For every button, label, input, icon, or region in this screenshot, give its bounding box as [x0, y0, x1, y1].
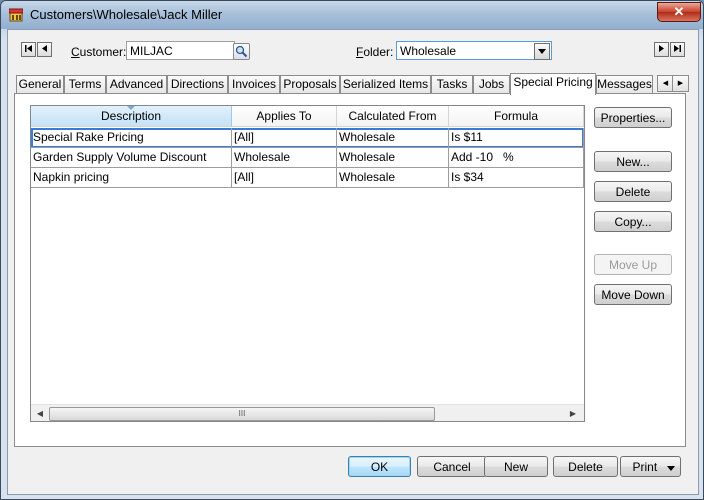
customer-window: Customers\Wholesale\Jack Miller ✕ Custom…: [0, 0, 704, 500]
column-header-description[interactable]: Description: [31, 106, 232, 127]
column-header-applies-to[interactable]: Applies To: [232, 106, 337, 127]
new-record-button[interactable]: New: [484, 456, 548, 477]
new-pricing-button[interactable]: New...: [594, 151, 672, 172]
tab-jobs[interactable]: Jobs: [473, 75, 510, 93]
cell-calculated-from: Wholesale: [337, 168, 449, 188]
cancel-button[interactable]: Cancel: [417, 456, 487, 477]
tab-terms[interactable]: Terms: [64, 75, 106, 93]
scroll-left-icon[interactable]: ◀: [33, 407, 47, 420]
tab-special-pricing[interactable]: Special Pricing: [510, 73, 596, 95]
tab-directions[interactable]: Directions: [167, 75, 228, 93]
folder-label: Folder:: [356, 45, 394, 59]
store-app-icon: [9, 8, 23, 22]
move-down-button[interactable]: Move Down: [594, 284, 672, 305]
first-record-icon: [25, 45, 32, 52]
cell-calculated-from: Wholesale: [337, 128, 449, 148]
table-row[interactable]: Special Rake Pricing [All] Wholesale Is …: [31, 128, 584, 148]
customer-field[interactable]: MILJAC: [126, 41, 235, 60]
cell-applies-to: Wholesale: [232, 148, 337, 168]
tab-advanced[interactable]: Advanced: [106, 75, 167, 93]
tab-invoices[interactable]: Invoices: [228, 75, 280, 93]
cell-applies-to: [All]: [232, 168, 337, 188]
tab-scroll-right-button[interactable]: ▶: [672, 75, 689, 92]
chevron-right-icon: ▶: [677, 80, 684, 87]
table-row[interactable]: Napkin pricing [All] Wholesale Is $34: [31, 168, 584, 188]
last-record-button[interactable]: [670, 42, 685, 57]
chevron-down-icon: [666, 466, 675, 471]
column-header-formula[interactable]: Formula: [449, 106, 584, 127]
cell-formula: Add -10 %: [449, 148, 584, 168]
special-pricing-panel: Description Applies To Calculated From F…: [14, 93, 686, 447]
previous-record-button[interactable]: [37, 42, 52, 57]
cell-description: Garden Supply Volume Discount: [31, 148, 232, 168]
scroll-right-icon[interactable]: ▶: [566, 407, 580, 420]
cell-formula: Is $34: [449, 168, 584, 188]
move-up-button[interactable]: Move Up: [594, 254, 672, 275]
customer-lookup-button[interactable]: [233, 43, 250, 60]
folder-value: Wholesale: [400, 44, 457, 58]
close-icon: ✕: [673, 4, 685, 19]
table-row[interactable]: Garden Supply Volume Discount Wholesale …: [31, 148, 584, 168]
cell-formula: Is $11: [449, 128, 584, 148]
delete-record-button[interactable]: Delete: [553, 456, 618, 477]
last-record-icon: [674, 45, 681, 52]
first-record-button[interactable]: [21, 42, 36, 57]
window-title: Customers\Wholesale\Jack Miller: [30, 7, 223, 22]
tab-serialized-items[interactable]: Serialized Items: [340, 75, 431, 93]
chevron-left-icon: ◀: [662, 80, 669, 87]
cell-description: Napkin pricing: [31, 168, 232, 188]
close-button[interactable]: ✕: [657, 2, 701, 22]
column-header-calculated-from[interactable]: Calculated From: [337, 106, 449, 127]
search-icon: [235, 45, 248, 58]
folder-dropdown-button[interactable]: [534, 43, 550, 60]
special-pricing-grid[interactable]: Description Applies To Calculated From F…: [30, 105, 585, 422]
horizontal-scrollbar[interactable]: ◀ III ▶: [31, 404, 584, 421]
tab-messages[interactable]: Messages: [596, 75, 653, 93]
ok-button[interactable]: OK: [348, 456, 411, 477]
folder-dropdown[interactable]: Wholesale: [396, 41, 552, 60]
cell-description: Special Rake Pricing: [31, 128, 232, 148]
next-record-icon: [659, 45, 664, 52]
copy-pricing-button[interactable]: Copy...: [594, 211, 672, 232]
previous-record-icon: [42, 45, 47, 52]
sort-indicator-icon: [127, 106, 135, 110]
dialog-body: Customer: MILJAC Folder: Wholesale Gener…: [7, 29, 699, 495]
cell-calculated-from: Wholesale: [337, 148, 449, 168]
delete-pricing-button[interactable]: Delete: [594, 181, 672, 202]
next-record-button[interactable]: [654, 42, 669, 57]
chevron-down-icon: [538, 49, 546, 54]
tab-proposals[interactable]: Proposals: [280, 75, 340, 93]
print-button[interactable]: Print: [620, 456, 681, 477]
cell-applies-to: [All]: [232, 128, 337, 148]
tab-tasks[interactable]: Tasks: [431, 75, 473, 93]
title-bar[interactable]: Customers\Wholesale\Jack Miller ✕: [1, 1, 703, 29]
print-button-label: Print: [632, 460, 658, 474]
scrollbar-thumb[interactable]: III: [49, 407, 435, 421]
customer-label: Customer:: [71, 45, 127, 59]
properties-button[interactable]: Properties...: [594, 107, 672, 128]
tab-general[interactable]: General: [16, 75, 64, 93]
